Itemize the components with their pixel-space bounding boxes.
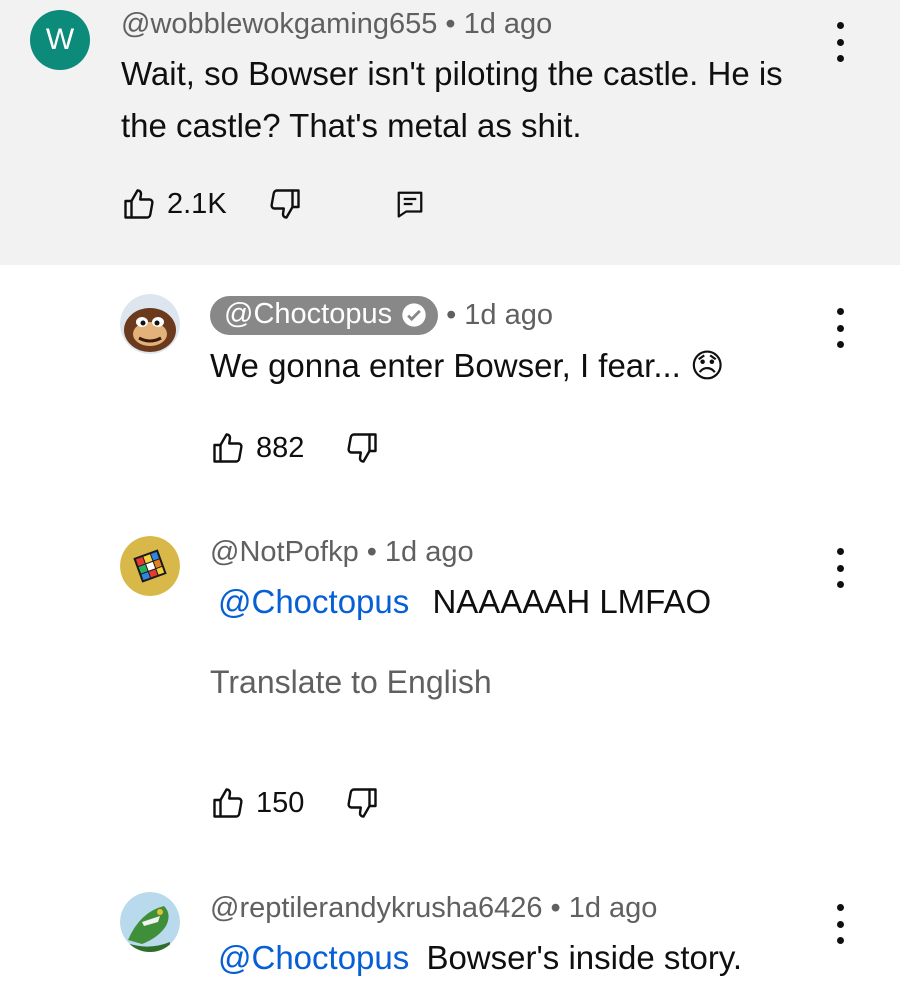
comment-time[interactable]: 1d ago: [464, 299, 553, 332]
dislike-icon[interactable]: [344, 785, 380, 821]
comment-time[interactable]: 1d ago: [385, 536, 474, 569]
like-icon[interactable]: [210, 430, 246, 466]
dislike-icon[interactable]: [344, 430, 380, 466]
more-options-icon[interactable]: [830, 308, 850, 348]
comment-author[interactable]: @reptilerandykrusha6426: [210, 892, 543, 925]
comment-text-line: the castle? That's metal as shit.: [121, 107, 582, 144]
comment-text-content: NAAAAAH LMFAO: [432, 583, 712, 620]
mention-link[interactable]: @Choctopus: [218, 583, 409, 620]
more-options-icon[interactable]: [830, 904, 850, 944]
comment-meta: @wobblewokgaming655 • 1d ago: [121, 8, 552, 41]
like-icon[interactable]: [210, 785, 246, 821]
dot-separator: •: [550, 892, 561, 924]
comment-text: @Choctopus NAAAAAH LMFAO: [218, 576, 711, 628]
mention-link[interactable]: @Choctopus: [218, 939, 409, 976]
more-options-icon[interactable]: [830, 548, 850, 588]
comment-text-content: We gonna enter Bowser, I fear...: [210, 347, 681, 384]
comment-author[interactable]: @NotPofkp: [210, 536, 359, 569]
translate-button[interactable]: Translate to English: [210, 664, 492, 701]
comment-author: @Choctopus: [224, 298, 393, 330]
avatar-letter: W: [45, 23, 75, 56]
comment-text-content: Bowser's inside story.: [426, 939, 743, 976]
verified-icon: [400, 301, 428, 329]
comment-text-line: Wait, so Bowser isn't piloting the castl…: [121, 55, 783, 92]
comment-author-badge[interactable]: @Choctopus: [210, 296, 439, 335]
avatar[interactable]: [120, 892, 180, 952]
dot-separator: •: [366, 536, 377, 568]
comment-actions: 150: [210, 785, 380, 821]
dot-separator: •: [445, 8, 456, 40]
dislike-icon[interactable]: [267, 186, 303, 222]
reply-icon[interactable]: [395, 189, 425, 219]
comment-text: @Choctopus Bowser's inside story.: [218, 932, 742, 984]
like-count: 150: [256, 786, 305, 819]
comment-author[interactable]: @wobblewokgaming655: [121, 8, 437, 41]
comment-actions: 2.1K: [121, 186, 425, 222]
avatar[interactable]: W: [30, 10, 90, 70]
avatar[interactable]: [120, 294, 180, 354]
comment-meta: @Choctopus • 1d ago: [210, 296, 553, 335]
comment-text: Wait, so Bowser isn't piloting the castl…: [121, 48, 783, 152]
dot-separator: •: [446, 299, 457, 331]
comment-time[interactable]: 1d ago: [464, 8, 553, 41]
like-count: 2.1K: [167, 187, 227, 220]
more-options-icon[interactable]: [830, 22, 850, 62]
like-icon[interactable]: [121, 186, 157, 222]
sad-face-emoji: 😞: [690, 347, 725, 384]
comment-actions: 882: [210, 430, 380, 466]
comment-meta: @NotPofkp • 1d ago: [210, 536, 474, 569]
comment-meta: @reptilerandykrusha6426 • 1d ago: [210, 892, 657, 925]
comment-time[interactable]: 1d ago: [569, 892, 658, 925]
like-count: 882: [256, 431, 305, 464]
avatar[interactable]: [120, 536, 180, 596]
comment-text: We gonna enter Bowser, I fear... 😞: [210, 340, 724, 392]
